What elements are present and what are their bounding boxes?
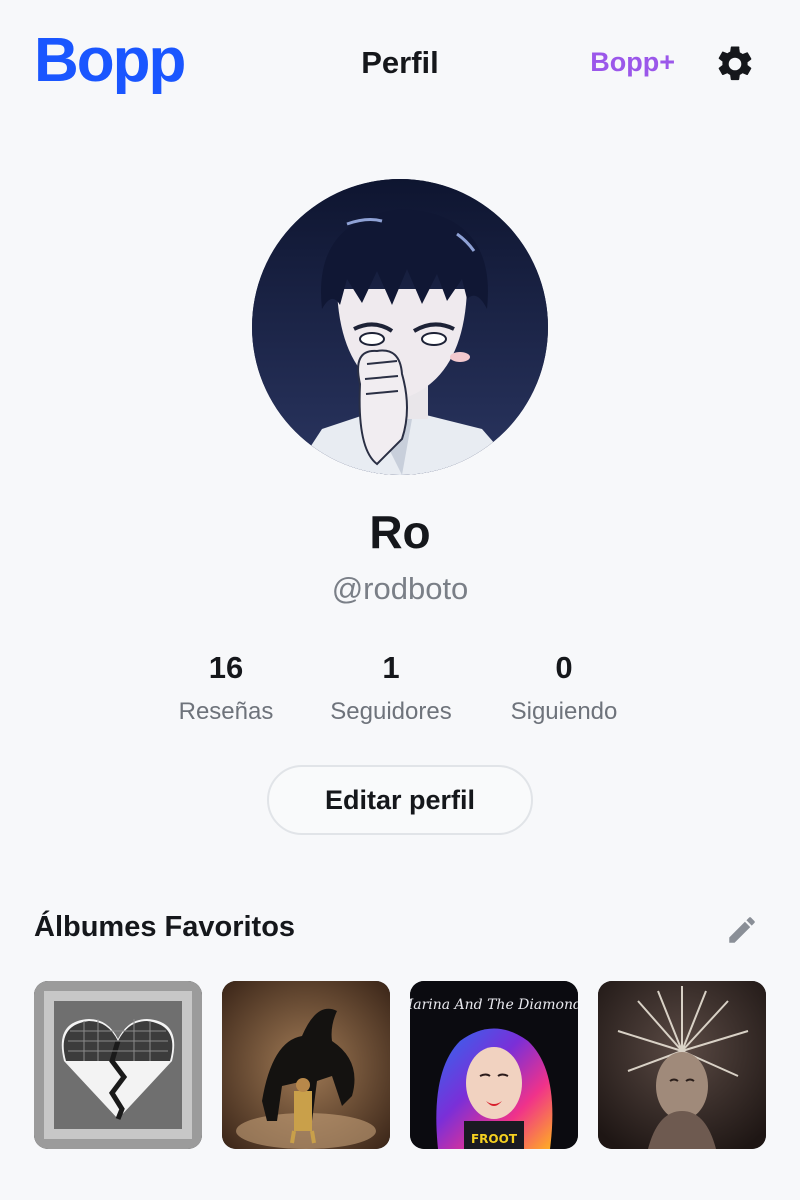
anime-character-avatar	[252, 179, 548, 475]
favorite-album-2[interactable]	[222, 981, 390, 1149]
profile-avatar[interactable]	[252, 179, 548, 475]
stat-label: Seguidores	[330, 698, 452, 725]
svg-text:Marina And The Diamonds: Marina And The Diamonds	[410, 997, 578, 1013]
header: Bopp Perfil Bopp+	[0, 0, 800, 130]
premium-link[interactable]: Bopp+	[590, 49, 675, 76]
edit-favorites-button[interactable]	[722, 910, 762, 950]
stat-value: 0	[555, 650, 573, 685]
username: @rodboto	[331, 571, 469, 606]
stat-label: Siguiendo	[510, 698, 618, 725]
pencil-icon	[729, 917, 755, 943]
stat-followers[interactable]: 1 Seguidores	[291, 652, 491, 724]
display-name: Ro	[369, 506, 431, 558]
page-title: Perfil	[361, 45, 439, 80]
horse-rider-cover	[222, 981, 390, 1149]
settings-button[interactable]	[714, 43, 756, 85]
gear-icon	[718, 46, 752, 81]
favorite-album-3[interactable]: Marina And The Diamonds FROOT	[410, 981, 578, 1149]
edit-profile-button[interactable]: Editar perfil	[267, 765, 533, 835]
svg-text:FROOT: FROOT	[471, 1132, 518, 1146]
favorite-album-4[interactable]	[598, 981, 766, 1149]
profile-screen: Bopp Perfil Bopp+ Ro @rodboto 16 Reseñas…	[0, 0, 800, 1200]
broken-heart-mirror-cover	[34, 981, 202, 1149]
marina-froot-cover: Marina And The Diamonds FROOT	[410, 981, 578, 1149]
stat-value: 1	[382, 650, 400, 685]
favorite-album-1[interactable]	[34, 981, 202, 1149]
favorites-title: Álbumes Favoritos	[34, 911, 296, 943]
feather-headdress-cover	[598, 981, 766, 1149]
stat-following[interactable]: 0 Siguiendo	[464, 652, 664, 724]
